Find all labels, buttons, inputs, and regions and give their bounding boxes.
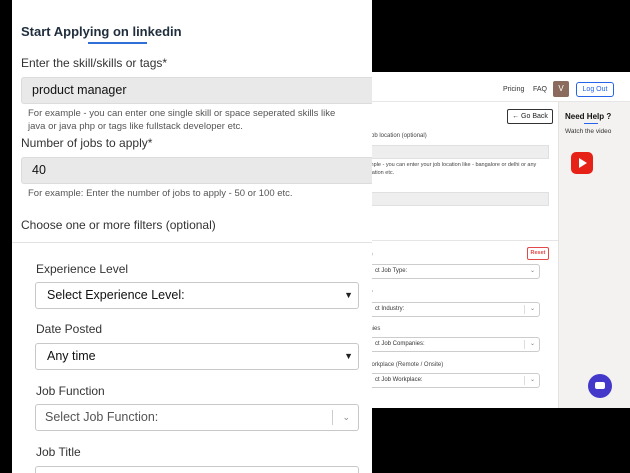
filters-heading: Choose one or more filters (optional) bbox=[21, 218, 216, 232]
experience-value: Select Experience Level: bbox=[47, 288, 185, 302]
go-back-button[interactable]: ← Go Back bbox=[507, 109, 553, 124]
back-input-field[interactable] bbox=[366, 192, 549, 206]
select-separator bbox=[332, 410, 333, 425]
job-type-select[interactable]: ct Job Type: ⌄ bbox=[366, 264, 540, 279]
workplace-select[interactable]: ct Job Workplace: ⌄ bbox=[366, 373, 540, 388]
avatar[interactable]: V bbox=[553, 81, 569, 97]
chevron-down-icon: ⌄ bbox=[529, 306, 535, 312]
experience-label: Experience Level bbox=[36, 262, 129, 276]
job-title-label: Job Title bbox=[36, 445, 81, 459]
jobs-count-input[interactable]: 40 bbox=[21, 157, 372, 184]
date-posted-select[interactable]: Any time ▼ bbox=[35, 343, 359, 370]
job-type-value: ct Job Type: bbox=[375, 268, 408, 274]
job-title-input[interactable] bbox=[35, 466, 359, 473]
date-posted-value: Any time bbox=[47, 349, 96, 363]
job-function-select[interactable]: Select Job Function: ⌄ bbox=[35, 404, 359, 431]
companies-select[interactable]: ct Job Companies: ⌄ bbox=[366, 337, 540, 352]
experience-select[interactable]: Select Experience Level: ▼ bbox=[35, 282, 359, 309]
chevron-down-icon: ⌄ bbox=[529, 341, 535, 347]
skills-label: Enter the skill/skills or tags* bbox=[21, 56, 168, 70]
chat-bubble-icon[interactable] bbox=[588, 374, 612, 398]
select-separator bbox=[524, 305, 525, 314]
section-divider bbox=[12, 242, 372, 243]
skills-input[interactable]: product manager bbox=[21, 77, 372, 104]
faq-link[interactable]: FAQ bbox=[533, 86, 547, 93]
location-hint-1: ample - you can enter your job location … bbox=[366, 162, 537, 168]
chevron-down-icon: ⌄ bbox=[529, 377, 535, 383]
chevron-down-icon: ▼ bbox=[344, 290, 353, 300]
workplace-label: Workplace (Remote / Onsite) bbox=[366, 362, 444, 368]
chevron-down-icon: ▼ bbox=[344, 351, 353, 361]
logout-button[interactable]: Log Out bbox=[576, 82, 614, 97]
location-label: r job location (optional) bbox=[366, 133, 427, 139]
front-window: Start Applying on linkedin Enter the ski… bbox=[12, 0, 372, 473]
job-function-value: Select Job Function: bbox=[45, 410, 159, 424]
pricing-link[interactable]: Pricing bbox=[503, 86, 524, 93]
industry-value: ct Industry: bbox=[375, 306, 405, 312]
location-input[interactable] bbox=[366, 145, 549, 159]
screenshot-stage: Pricing FAQ V Log Out Need Help ? Watch … bbox=[0, 0, 630, 473]
youtube-play-icon[interactable] bbox=[571, 152, 593, 174]
skills-hint-1: For example - you can enter one single s… bbox=[28, 108, 336, 119]
date-posted-label: Date Posted bbox=[36, 322, 103, 336]
help-underline bbox=[584, 123, 598, 124]
jobs-count-label: Number of jobs to apply* bbox=[21, 136, 153, 150]
need-help-title: Need Help ? bbox=[565, 112, 612, 121]
skills-hint-2: java or java php or tags like fullstack … bbox=[28, 121, 243, 132]
chevron-down-icon: ⌄ bbox=[342, 412, 350, 422]
page-title: Start Applying on linkedin bbox=[21, 24, 182, 39]
chevron-down-icon: ⌄ bbox=[529, 268, 535, 274]
job-function-label: Job Function bbox=[36, 384, 105, 398]
watch-video-label: Watch the video bbox=[565, 128, 612, 135]
workplace-value: ct Job Workplace: bbox=[375, 377, 423, 383]
reset-button[interactable]: Reset bbox=[527, 247, 549, 260]
back-window: Pricing FAQ V Log Out Need Help ? Watch … bbox=[366, 72, 630, 408]
industry-select[interactable]: ct Industry: ⌄ bbox=[366, 302, 540, 317]
jobs-count-hint: For example: Enter the number of jobs to… bbox=[28, 188, 293, 199]
filters-divider bbox=[366, 240, 558, 241]
top-nav-bar: Pricing FAQ V Log Out bbox=[366, 72, 630, 102]
help-panel bbox=[558, 102, 630, 408]
companies-value: ct Job Companies: bbox=[375, 341, 425, 347]
select-separator bbox=[524, 376, 525, 385]
title-underline bbox=[88, 42, 147, 44]
select-separator bbox=[524, 340, 525, 349]
